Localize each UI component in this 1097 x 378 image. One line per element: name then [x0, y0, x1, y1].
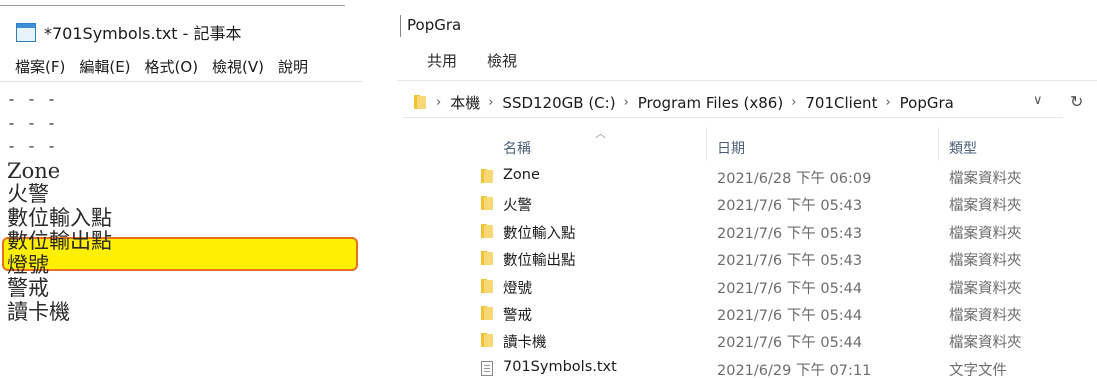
- file-name: 警戒: [503, 307, 532, 324]
- ribbon-tabs: 共用 檢視: [427, 50, 517, 71]
- file-row[interactable]: Zone 2021/6/28 下午 06:09 檔案資料夾: [477, 163, 1087, 190]
- text-line: 讀卡機: [7, 299, 70, 324]
- menu-edit[interactable]: 編輯(E): [78, 56, 131, 77]
- file-row[interactable]: 讀卡機 2021/7/6 下午 05:44 檔案資料夾: [477, 327, 1087, 354]
- address-bar[interactable]: › 本機 › SSD120GB (C:) › Program Files (x8…: [403, 88, 1063, 118]
- explorer-title: PopGra: [407, 16, 462, 34]
- chevron-right-icon: ›: [791, 95, 797, 110]
- file-type: 檔案資料夾: [949, 280, 1022, 297]
- file-type: 檔案資料夾: [949, 253, 1022, 270]
- chevron-down-icon[interactable]: ∨: [1033, 93, 1043, 108]
- text-line: 警戒: [7, 276, 49, 300]
- chevron-right-icon: ›: [488, 95, 494, 110]
- window-edge: [0, 5, 345, 6]
- file-row[interactable]: 701Symbols.txt 2021/6/29 下午 07:11 文字文件: [477, 355, 1087, 378]
- file-name: 讀卡機: [503, 335, 547, 352]
- folder-icon: [481, 251, 493, 266]
- file-date: 2021/7/6 下午 05:43: [717, 198, 863, 215]
- breadcrumb-item[interactable]: PopGra: [900, 94, 954, 112]
- file-date: 2021/7/6 下午 05:44: [717, 335, 863, 352]
- column-divider[interactable]: [706, 127, 707, 161]
- text-line: 火警: [7, 182, 49, 206]
- notepad-window: *701Symbols.txt - 記事本 檔案(F) 編輯(E) 格式(O) …: [0, 0, 362, 378]
- folder-icon: [481, 196, 493, 211]
- file-type: 檔案資料夾: [949, 198, 1022, 215]
- folder-icon: [481, 223, 493, 238]
- menu-format[interactable]: 格式(O): [144, 56, 200, 77]
- text-line: Zone: [7, 158, 61, 183]
- ribbon-divider: [397, 80, 1097, 81]
- file-name: Zone: [503, 167, 540, 183]
- file-date: 2021/7/6 下午 05:43: [717, 225, 863, 242]
- menubar-divider: [0, 81, 362, 82]
- notepad-title: *701Symbols.txt - 記事本: [44, 24, 242, 43]
- file-name: 火警: [503, 198, 532, 215]
- file-name: 701Symbols.txt: [503, 358, 617, 375]
- notepad-text-area[interactable]: - - - - - - - - - Zone 火警 數位輸入點 數位輸出點 燈號…: [7, 89, 112, 324]
- text-line: 數位輸出點: [7, 229, 112, 253]
- file-type: 檔案資料夾: [949, 335, 1022, 352]
- file-date: 2021/6/29 下午 07:11: [717, 362, 872, 378]
- file-list: Zone 2021/6/28 下午 06:09 檔案資料夾 火警 2021/7/…: [477, 163, 1087, 378]
- file-name: 燈號: [503, 280, 532, 297]
- folder-icon: [481, 169, 493, 183]
- file-date: 2021/7/6 下午 05:44: [717, 307, 863, 324]
- text-line: - - -: [7, 92, 58, 109]
- refresh-icon[interactable]: ↻: [1070, 92, 1083, 111]
- text-line-highlighted: 燈號: [7, 252, 49, 277]
- file-row[interactable]: 警戒 2021/7/6 下午 05:44 檔案資料夾: [477, 300, 1087, 327]
- file-row[interactable]: 數位輸出點 2021/7/6 下午 05:43 檔案資料夾: [477, 245, 1087, 272]
- folder-icon: [481, 305, 493, 320]
- sort-up-icon: ︿: [595, 127, 606, 140]
- folder-icon: [481, 333, 493, 348]
- file-type: 文字文件: [949, 362, 1007, 378]
- notepad-menubar: 檔案(F) 編輯(E) 格式(O) 檢視(V) 說明: [14, 56, 309, 77]
- breadcrumb-item[interactable]: 701Client: [805, 94, 877, 112]
- column-header-type[interactable]: 類型: [949, 138, 977, 158]
- folder-icon: [414, 94, 428, 111]
- menu-view[interactable]: 檢視(V): [211, 56, 265, 77]
- tab-share[interactable]: 共用: [427, 50, 457, 71]
- file-name: 數位輸出點: [503, 253, 576, 270]
- file-date: 2021/7/6 下午 05:44: [717, 280, 863, 297]
- file-date: 2021/7/6 下午 05:43: [717, 253, 863, 270]
- file-type: 檔案資料夾: [949, 225, 1022, 242]
- breadcrumb: › 本機 › SSD120GB (C:) › Program Files (x8…: [436, 92, 962, 113]
- file-row[interactable]: 數位輸入點 2021/7/6 下午 05:43 檔案資料夾: [477, 218, 1087, 245]
- text-file-icon: [481, 360, 493, 376]
- file-row[interactable]: 燈號 2021/7/6 下午 05:44 檔案資料夾: [477, 273, 1087, 300]
- notepad-app-icon: [15, 22, 37, 42]
- text-line: - - -: [7, 115, 58, 133]
- folder-icon: [481, 278, 493, 293]
- column-header-name[interactable]: 名稱: [503, 138, 531, 158]
- breadcrumb-item[interactable]: 本機: [450, 92, 480, 113]
- chevron-right-icon: ›: [623, 95, 629, 110]
- window-edge: [400, 15, 401, 37]
- chevron-right-icon: ›: [436, 95, 442, 110]
- column-header-row: ︿ 名稱 日期 類型: [477, 123, 1087, 163]
- file-row[interactable]: 火警 2021/7/6 下午 05:43 檔案資料夾: [477, 190, 1087, 217]
- breadcrumb-item[interactable]: Program Files (x86): [638, 94, 783, 112]
- menu-file[interactable]: 檔案(F): [14, 56, 66, 77]
- explorer-window: PopGra 共用 檢視 › 本機 › SSD120GB (C:) › Prog…: [393, 0, 1097, 378]
- menu-help[interactable]: 說明: [277, 56, 309, 77]
- file-name: 數位輸入點: [503, 225, 576, 242]
- file-date: 2021/6/28 下午 06:09: [717, 171, 872, 187]
- tab-view[interactable]: 檢視: [487, 50, 517, 71]
- column-header-date[interactable]: 日期: [717, 138, 745, 158]
- text-line: - - -: [7, 139, 58, 156]
- text-line: 數位輸入點: [7, 205, 112, 230]
- notepad-titlebar: *701Symbols.txt - 記事本: [15, 20, 242, 44]
- breadcrumb-item[interactable]: SSD120GB (C:): [502, 94, 615, 112]
- chevron-right-icon: ›: [885, 95, 891, 110]
- file-type: 檔案資料夾: [949, 307, 1022, 324]
- file-type: 檔案資料夾: [949, 171, 1022, 187]
- column-divider[interactable]: [938, 127, 939, 161]
